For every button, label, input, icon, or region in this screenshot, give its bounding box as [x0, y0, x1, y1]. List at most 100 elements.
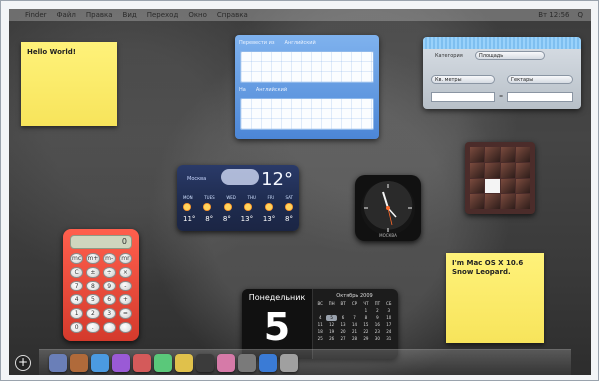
dock-app-icon[interactable] — [238, 353, 256, 372]
translation-from-language[interactable]: Английский — [285, 40, 316, 46]
calendar-day-cell[interactable]: 23 — [372, 329, 382, 335]
calendar-day-cell[interactable]: 27 — [338, 336, 348, 342]
calculator-key[interactable]: 6 — [102, 294, 116, 306]
calculator-key[interactable]: + — [118, 294, 132, 306]
calendar-day-cell[interactable]: 10 — [384, 315, 394, 321]
tile[interactable] — [500, 178, 515, 194]
calendar-day-cell[interactable]: 19 — [326, 329, 336, 335]
converter-to-input[interactable] — [507, 92, 573, 102]
tile[interactable] — [515, 194, 530, 209]
tile[interactable] — [485, 194, 500, 209]
dock-app-icon[interactable] — [91, 353, 109, 372]
menu-item-view[interactable]: Вид — [123, 11, 137, 19]
tile[interactable] — [515, 147, 530, 162]
calendar-day-cell[interactable]: 11 — [315, 322, 325, 328]
calculator-key[interactable]: = — [118, 308, 132, 320]
calculator-key[interactable]: 8 — [86, 280, 100, 292]
dock-app-icon[interactable] — [154, 353, 172, 372]
tile[interactable] — [500, 162, 515, 178]
sticky-note-snow-leopard[interactable]: I'm Mac OS X 10.6 Snow Leopard. — [446, 253, 544, 343]
converter-category-select[interactable]: Площадь — [475, 51, 545, 60]
tile[interactable] — [470, 162, 485, 178]
tile[interactable] — [500, 194, 515, 209]
calendar-day-cell[interactable]: 30 — [372, 336, 382, 342]
calculator-key[interactable]: mr — [118, 253, 132, 264]
dock-app-icon[interactable] — [259, 353, 277, 372]
calculator-key[interactable] — [102, 322, 116, 333]
translation-widget[interactable]: Перевести из Английский На Английский — [235, 35, 379, 139]
add-widget-button[interactable]: + — [15, 355, 31, 371]
calculator-key[interactable]: ÷ — [102, 266, 116, 278]
calendar-day-cell[interactable]: 22 — [361, 329, 371, 335]
calendar-day-cell[interactable]: 16 — [372, 322, 382, 328]
calendar-day-cell[interactable]: 2 — [372, 308, 382, 314]
tile-game-widget[interactable] — [465, 142, 535, 214]
menu-item-help[interactable]: Справка — [217, 11, 248, 19]
clock-widget[interactable]: МОСКВА — [355, 175, 421, 241]
calculator-key[interactable]: 7 — [70, 280, 84, 292]
calendar-day-cell[interactable]: 29 — [361, 336, 371, 342]
calendar-day-cell[interactable]: 7 — [349, 315, 359, 321]
sticky-note-text[interactable]: Hello World! — [27, 48, 111, 56]
calendar-today-cell[interactable]: 5 — [326, 315, 337, 321]
calculator-key[interactable]: 4 — [70, 294, 84, 306]
tile[interactable] — [485, 147, 500, 162]
menu-item-finder[interactable]: Finder — [25, 11, 47, 19]
calculator-key[interactable]: 9 — [102, 280, 116, 292]
calendar-day-cell[interactable]: 9 — [372, 315, 382, 321]
dock-app-icon[interactable] — [70, 353, 88, 372]
calculator-key[interactable]: ± — [86, 266, 100, 278]
tile[interactable] — [485, 162, 500, 178]
translation-input-box[interactable] — [240, 51, 374, 83]
dock-app-icon[interactable] — [175, 353, 193, 372]
calculator-key[interactable]: × — [118, 266, 132, 278]
calendar-day-cell[interactable]: 4 — [315, 315, 325, 321]
calendar-day-cell[interactable]: 15 — [361, 322, 371, 328]
dock-app-icon[interactable] — [133, 353, 151, 372]
calendar-day-cell[interactable]: 25 — [315, 336, 325, 342]
spotlight-search-icon[interactable]: Q — [577, 11, 583, 19]
calendar-day-cell[interactable]: 17 — [384, 322, 394, 328]
calendar-day-cell[interactable]: 8 — [361, 315, 371, 321]
calendar-day-cell[interactable]: 21 — [349, 329, 359, 335]
converter-from-unit-select[interactable]: Кв. метры — [431, 75, 495, 84]
dock-app-icon[interactable] — [112, 353, 130, 372]
calculator-key[interactable]: . — [86, 322, 100, 333]
dock-app-icon[interactable] — [217, 353, 235, 372]
calendar-day-cell[interactable]: 6 — [338, 315, 348, 321]
calculator-key[interactable]: - — [118, 280, 132, 292]
dock-app-icon[interactable] — [280, 353, 298, 372]
sticky-note-text[interactable]: I'm Mac OS X 10.6 Snow Leopard. — [452, 259, 538, 278]
calculator-key[interactable]: 3 — [102, 308, 116, 320]
menu-item-go[interactable]: Переход — [147, 11, 179, 19]
calendar-day-cell[interactable]: 31 — [384, 336, 394, 342]
menu-item-window[interactable]: Окно — [188, 11, 207, 19]
dock-app-icon[interactable] — [196, 353, 214, 372]
calendar-month-label[interactable]: Октябрь 2009 — [315, 293, 394, 299]
calendar-day-cell[interactable]: 12 — [326, 322, 336, 328]
tile[interactable] — [515, 178, 530, 194]
calendar-day-cell[interactable]: 28 — [349, 336, 359, 342]
calendar-day-cell[interactable]: 18 — [315, 329, 325, 335]
calculator-key[interactable]: mc — [70, 253, 84, 264]
menu-item-file[interactable]: Файл — [57, 11, 76, 19]
calculator-key[interactable] — [118, 322, 132, 333]
calendar-day-cell[interactable]: 1 — [361, 308, 371, 314]
calculator-key[interactable]: 1 — [70, 308, 84, 320]
converter-from-input[interactable] — [431, 92, 495, 102]
calculator-widget[interactable]: 0 mc m+ m- mr C ± ÷ × 7 8 9 - 4 5 6 + 1 … — [63, 229, 139, 341]
dock-app-icon[interactable] — [49, 353, 67, 372]
calendar-day-cell[interactable]: 20 — [338, 329, 348, 335]
sticky-note-hello[interactable]: Hello World! — [21, 42, 117, 126]
weather-widget[interactable]: Москва 12° MON TUES WED THU FRI SAT 11° … — [177, 165, 299, 231]
calculator-key[interactable]: C — [70, 266, 84, 278]
converter-to-unit-select[interactable]: Гектары — [507, 75, 573, 84]
tile[interactable] — [470, 194, 485, 209]
tile[interactable] — [470, 147, 485, 162]
calendar-day-cell[interactable]: 26 — [326, 336, 336, 342]
calculator-key[interactable]: m+ — [86, 253, 100, 264]
calculator-key[interactable]: 2 — [86, 308, 100, 320]
translation-to-language[interactable]: Английский — [256, 87, 287, 93]
calculator-key[interactable]: m- — [102, 253, 116, 264]
calculator-key[interactable]: 0 — [70, 322, 84, 333]
